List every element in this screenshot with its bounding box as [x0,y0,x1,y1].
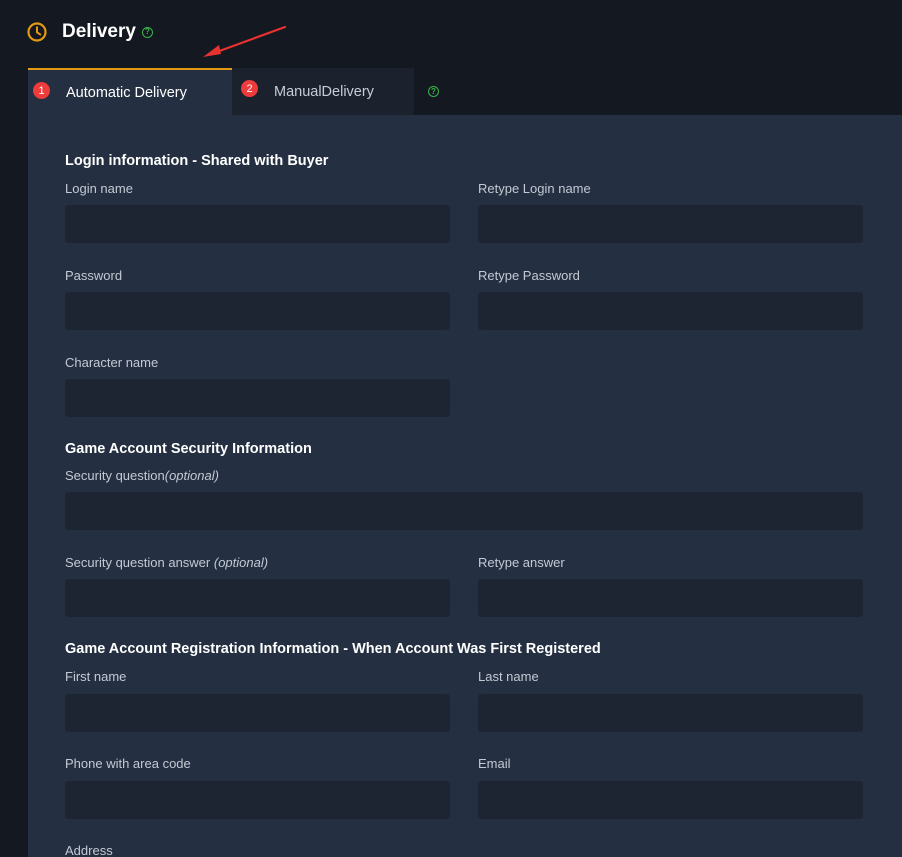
security-question-label: Security question(optional) [65,468,219,483]
retype-password-label: Retype Password [478,268,580,283]
optional-hint: (optional) [213,555,269,570]
section-title-registration: Game Account Registration Information - … [65,641,601,657]
delivery-page: Delivery ? 1 Automatic Delivery 2 Manual… [0,0,902,857]
retype-password-input[interactable] [478,292,863,330]
last-name-label: Last name [478,669,539,684]
tab-automatic-delivery[interactable]: 1 Automatic Delivery [28,68,232,115]
email-label: Email [478,756,511,771]
section-title-security: Game Account Security Information [65,441,312,457]
phone-input[interactable] [65,781,450,819]
optional-hint: (optional) [164,468,219,483]
first-name-label: First name [65,669,127,684]
security-answer-label: Security question answer (optional) [65,555,268,570]
automatic-delivery-panel: Login information - Shared with Buyer Lo… [28,115,902,857]
page-title: Delivery [62,21,136,42]
retype-login-name-label: Retype Login name [478,181,591,196]
first-name-input[interactable] [65,694,450,732]
character-name-input[interactable] [65,379,450,417]
security-answer-input[interactable] [65,579,450,617]
tab-badge: 1 [33,82,50,99]
retype-login-name-input[interactable] [478,205,863,243]
tab-label: ManualDelivery [274,83,374,100]
tab-help: ? [414,68,474,115]
password-input[interactable] [65,292,450,330]
help-icon[interactable]: ? [141,26,153,38]
last-name-input[interactable] [478,694,863,732]
character-name-label: Character name [65,355,159,370]
phone-label: Phone with area code [65,756,191,771]
tab-manual-delivery[interactable]: 2 ManualDelivery [232,68,414,115]
delivery-header: Delivery ? [26,18,153,46]
section-title-login: Login information - Shared with Buyer [65,153,329,169]
address-label: Address [65,843,113,857]
security-question-input[interactable] [65,492,863,530]
clock-icon [26,21,48,43]
retype-answer-label: Retype answer [478,555,565,570]
security-question-label-text: Security question [65,468,165,483]
delivery-tabs: 1 Automatic Delivery 2 ManualDelivery ? [28,68,902,115]
security-answer-label-text: Security question answer [65,555,211,570]
tab-badge: 2 [241,80,258,97]
password-label: Password [65,268,123,283]
help-icon[interactable]: ? [428,86,439,97]
annotation-arrow-icon [203,25,287,57]
retype-answer-input[interactable] [478,579,863,617]
email-input[interactable] [478,781,863,819]
login-name-input[interactable] [65,205,450,243]
login-name-label: Login name [65,181,133,196]
tab-label: Automatic Delivery [66,84,187,101]
